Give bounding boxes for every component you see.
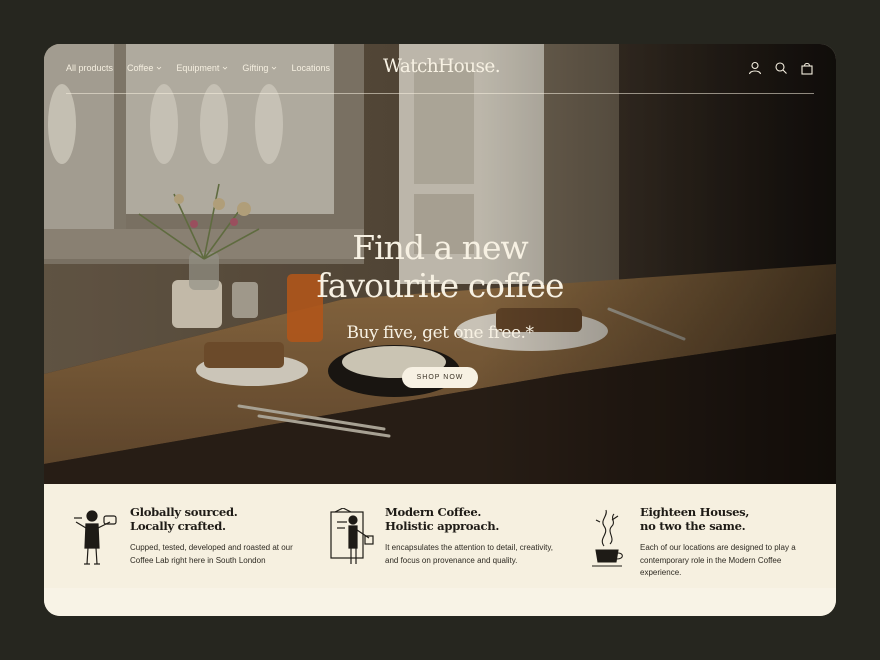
nav-links: All products Coffee Equipment Gifting Lo…: [66, 63, 330, 73]
account-icon[interactable]: [748, 61, 762, 75]
search-icon[interactable]: [774, 61, 788, 75]
brand-logo[interactable]: WatchHouse.: [379, 56, 504, 77]
nav-link-equipment[interactable]: Equipment: [176, 63, 228, 73]
feature-body: It encapsulates the attention to detail,…: [385, 543, 553, 565]
hero-title: Find a new favourite coffee: [280, 229, 600, 305]
shop-now-button[interactable]: SHOP NOW: [402, 367, 478, 388]
steaming-cup-illustration-icon: [592, 509, 623, 567]
nav-link-label: All products: [66, 63, 114, 73]
feature-title-line: Holistic approach.: [385, 518, 500, 533]
feature-title-line: Modern Coffee.: [385, 505, 482, 519]
nav-icons: [748, 61, 814, 75]
features-section: Globally sourced. Locally crafted. Cuppe…: [44, 484, 836, 588]
feature-title-line: Locally crafted.: [130, 518, 226, 533]
nav-link-all-products[interactable]: All products: [66, 63, 113, 73]
feature-title: Modern Coffee. Holistic approach.: [385, 505, 565, 533]
nav-link-coffee[interactable]: Coffee: [127, 63, 162, 73]
hero-section: All products Coffee Equipment Gifting Lo…: [44, 44, 836, 484]
feature-title: Eighteen Houses, no two the same.: [640, 505, 820, 533]
bag-icon[interactable]: [800, 61, 814, 75]
feature-globally-sourced: Globally sourced. Locally crafted. Cuppe…: [44, 484, 294, 588]
nav-link-label: Locations: [291, 63, 330, 73]
nav-link-label: Gifting: [242, 63, 269, 73]
feature-body: Each of our locations are designed to pl…: [640, 543, 796, 578]
feature-title-line: no two the same.: [640, 518, 746, 533]
hero-title-line: Find a new: [352, 228, 529, 267]
barista-illustration-icon: [74, 510, 117, 565]
feature-body: Cupped, tested, developed and roasted at…: [130, 543, 293, 565]
footer-strip: [44, 588, 836, 616]
feature-modern-coffee: Modern Coffee. Holistic approach. It enc…: [299, 484, 553, 588]
hero-subtitle: Buy five, get one free.*: [346, 323, 534, 343]
coffee-bag-illustration-icon: [330, 508, 374, 564]
feature-eighteen-houses: Eighteen Houses, no two the same. Each o…: [554, 484, 804, 588]
top-navigation: All products Coffee Equipment Gifting Lo…: [66, 44, 814, 94]
nav-link-label: Equipment: [176, 63, 220, 73]
page-frame: All products Coffee Equipment Gifting Lo…: [44, 44, 836, 616]
chevron-down-icon: [272, 66, 277, 70]
feature-title-line: Eighteen Houses,: [640, 505, 750, 519]
chevron-down-icon: [223, 66, 228, 70]
nav-link-label: Coffee: [127, 63, 154, 73]
chevron-down-icon: [157, 66, 162, 70]
nav-link-gifting[interactable]: Gifting: [242, 63, 277, 73]
nav-link-locations[interactable]: Locations: [291, 63, 330, 73]
feature-title: Globally sourced. Locally crafted.: [130, 505, 310, 533]
feature-title-line: Globally sourced.: [130, 505, 238, 519]
hero-title-line: favourite coffee: [316, 266, 564, 305]
